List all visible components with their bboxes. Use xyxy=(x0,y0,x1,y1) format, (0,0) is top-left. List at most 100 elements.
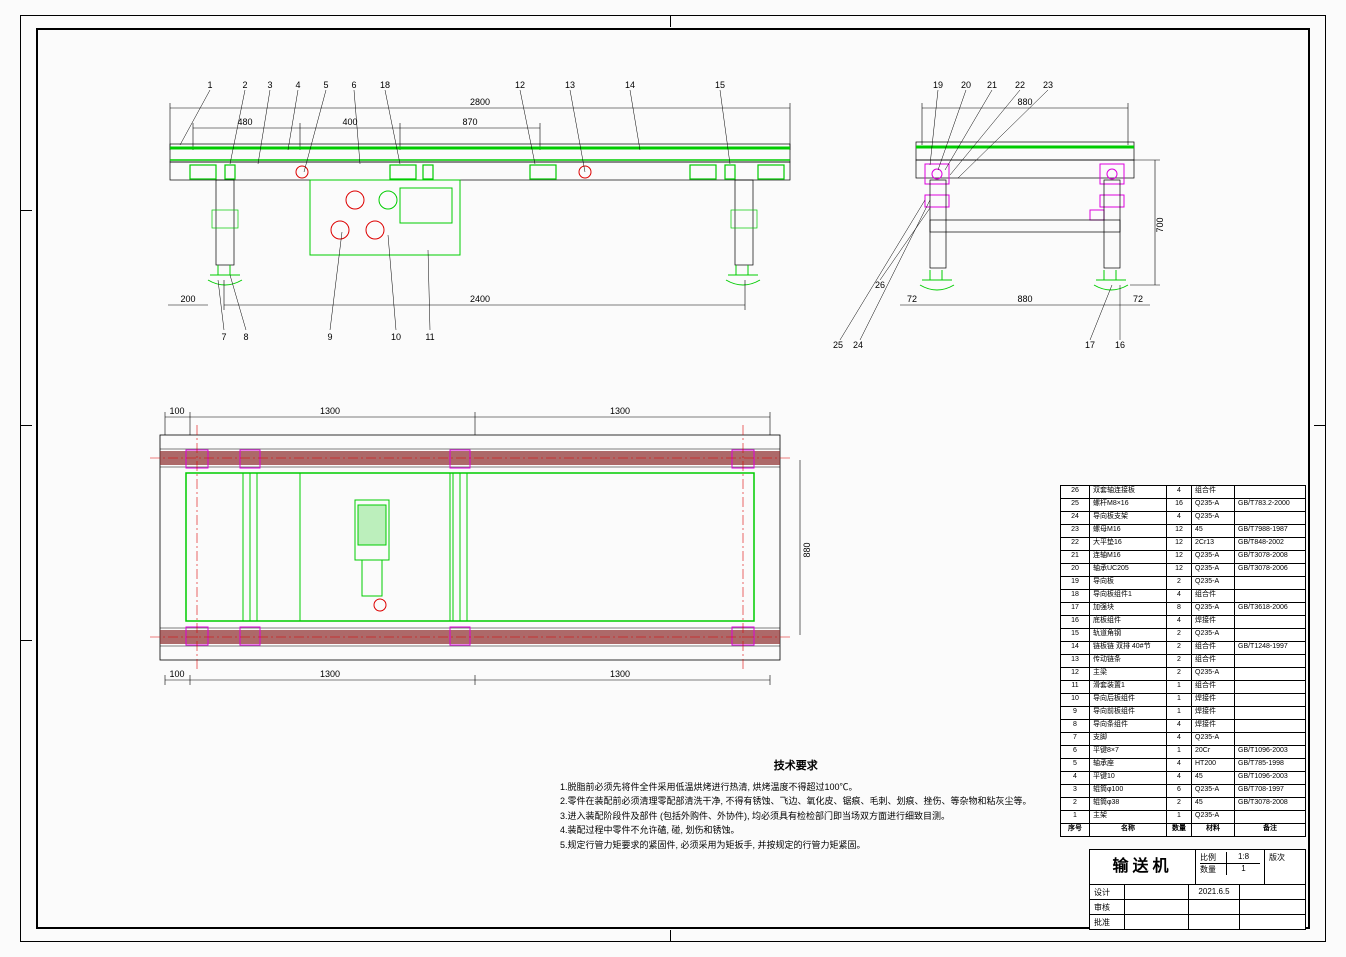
bom-cell: 平键8×7 xyxy=(1089,746,1166,758)
bom-cell: 轴承UC205 xyxy=(1089,564,1166,576)
drawing-sheet: { "title_block":{ "title":"输送机", "scale_… xyxy=(0,0,1346,957)
bom-cell xyxy=(1234,811,1305,823)
svg-text:13: 13 xyxy=(565,80,575,90)
bom-cell: 3 xyxy=(1061,785,1089,797)
bom-cell: 底板组件 xyxy=(1089,616,1166,628)
bom-cell: 4 xyxy=(1166,759,1191,771)
bom-cell: 辊筒φ38 xyxy=(1089,798,1166,810)
svg-text:1300: 1300 xyxy=(320,669,340,679)
bom-cell: 导向板支架 xyxy=(1089,512,1166,524)
bom-cell: 2 xyxy=(1166,577,1191,589)
svg-text:23: 23 xyxy=(1043,80,1053,90)
bom-header-cell: 名称 xyxy=(1089,824,1166,836)
bom-cell: 2 xyxy=(1061,798,1089,810)
bom-cell: 组合件 xyxy=(1191,590,1234,602)
bom-cell: 25 xyxy=(1061,499,1089,511)
bom-cell: 1 xyxy=(1166,811,1191,823)
bom-cell: 12 xyxy=(1166,551,1191,563)
bom-cell xyxy=(1234,681,1305,693)
bom-cell: 轨道角钢 xyxy=(1089,629,1166,641)
bom-cell: Q235-A xyxy=(1191,785,1234,797)
bom-cell: 主架 xyxy=(1089,811,1166,823)
svg-text:100: 100 xyxy=(169,406,184,416)
bom-cell: 4 xyxy=(1166,733,1191,745)
svg-text:8: 8 xyxy=(243,332,248,342)
dim-72b: 72 xyxy=(1133,294,1143,304)
bom-cell: GB/T3078-2006 xyxy=(1234,564,1305,576)
bom-cell: 平键10 xyxy=(1089,772,1166,784)
bom-cell: 45 xyxy=(1191,525,1234,537)
bom-cell: 导向前板组件 xyxy=(1089,707,1166,719)
bom-cell: 导向后板组件 xyxy=(1089,694,1166,706)
bom-cell: 辊筒φ100 xyxy=(1089,785,1166,797)
bom-cell xyxy=(1234,616,1305,628)
bom-cell: 导向条组件 xyxy=(1089,720,1166,732)
bom-cell: 2 xyxy=(1166,655,1191,667)
bom-cell: GB/T783.2-2000 xyxy=(1234,499,1305,511)
svg-text:18: 18 xyxy=(380,80,390,90)
svg-text:9: 9 xyxy=(327,332,332,342)
bom-cell: 主梁 xyxy=(1089,668,1166,680)
notes-title: 技术要求 xyxy=(560,758,1032,776)
svg-text:6: 6 xyxy=(351,80,356,90)
bom-cell: 45 xyxy=(1191,772,1234,784)
bom-cell: 焊接件 xyxy=(1191,694,1234,706)
bom-cell: 22 xyxy=(1061,538,1089,550)
bom-cell: HT200 xyxy=(1191,759,1234,771)
bom-cell: 6 xyxy=(1166,785,1191,797)
bom-cell: GB/T3078-2008 xyxy=(1234,798,1305,810)
note-line: 3.进入装配阶段件及部件 (包括外购件、外协件), 均必须具有检检部门即当场双方… xyxy=(560,809,1032,823)
bom-cell: 4 xyxy=(1166,772,1191,784)
bom-cell: 23 xyxy=(1061,525,1089,537)
bom-cell: Q235-A xyxy=(1191,811,1234,823)
svg-text:1300: 1300 xyxy=(610,406,630,416)
side-view: 880 700 72 880 72 19 20 21 22 2 xyxy=(830,80,1190,360)
bom-cell: 12 xyxy=(1061,668,1089,680)
top-view: 100 1300 1300 100 1300 1300 880 xyxy=(130,405,850,705)
bom-cell: 9 xyxy=(1061,707,1089,719)
bom-cell: 8 xyxy=(1166,603,1191,615)
bom-cell: 19 xyxy=(1061,577,1089,589)
svg-text:21: 21 xyxy=(987,80,997,90)
bom-header-cell: 材料 xyxy=(1191,824,1234,836)
front-view: 2800 480 400 870 24 xyxy=(130,80,850,360)
svg-text:2: 2 xyxy=(242,80,247,90)
dim-2800: 2800 xyxy=(470,97,490,107)
bom-cell: 5 xyxy=(1061,759,1089,771)
bom-cell: Q235-A xyxy=(1191,577,1234,589)
dim-s880: 880 xyxy=(1017,97,1032,107)
bom-cell: 2 xyxy=(1166,629,1191,641)
bom-cell: 导向板 xyxy=(1089,577,1166,589)
svg-text:5: 5 xyxy=(323,80,328,90)
svg-text:15: 15 xyxy=(715,80,725,90)
bom-cell xyxy=(1234,733,1305,745)
svg-text:25: 25 xyxy=(833,340,843,350)
tick-bottom xyxy=(670,930,671,941)
dim-400: 400 xyxy=(342,117,357,127)
svg-text:14: 14 xyxy=(625,80,635,90)
bom-header-cell: 序号 xyxy=(1061,824,1089,836)
bom-cell: Q235-A xyxy=(1191,499,1234,511)
svg-text:3: 3 xyxy=(267,80,272,90)
dim-480: 480 xyxy=(237,117,252,127)
bom-cell: GB/T1096-2003 xyxy=(1234,746,1305,758)
bom-cell: 支脚 xyxy=(1089,733,1166,745)
bom-cell: GB/T785-1998 xyxy=(1234,759,1305,771)
bom-cell: Q235-A xyxy=(1191,551,1234,563)
bom-cell: 螺杆M8×16 xyxy=(1089,499,1166,511)
bom-cell: 组合件 xyxy=(1191,681,1234,693)
bom-cell: 1 xyxy=(1166,681,1191,693)
bom-cell: Q235-A xyxy=(1191,564,1234,576)
dim-700: 700 xyxy=(1155,217,1165,232)
bom-cell: 1 xyxy=(1166,707,1191,719)
bom-cell: 4 xyxy=(1166,590,1191,602)
bom-cell: 组合件 xyxy=(1191,486,1234,498)
svg-text:12: 12 xyxy=(515,80,525,90)
dim-2400: 2400 xyxy=(470,294,490,304)
bom-cell: 17 xyxy=(1061,603,1089,615)
dim-870: 870 xyxy=(462,117,477,127)
svg-text:16: 16 xyxy=(1115,340,1125,350)
svg-text:1300: 1300 xyxy=(610,669,630,679)
note-line: 1.脱脂前必须先将件全件采用低温烘烤进行热清, 烘烤温度不得超过100℃。 xyxy=(560,780,1032,794)
bom-cell: 2 xyxy=(1166,642,1191,654)
